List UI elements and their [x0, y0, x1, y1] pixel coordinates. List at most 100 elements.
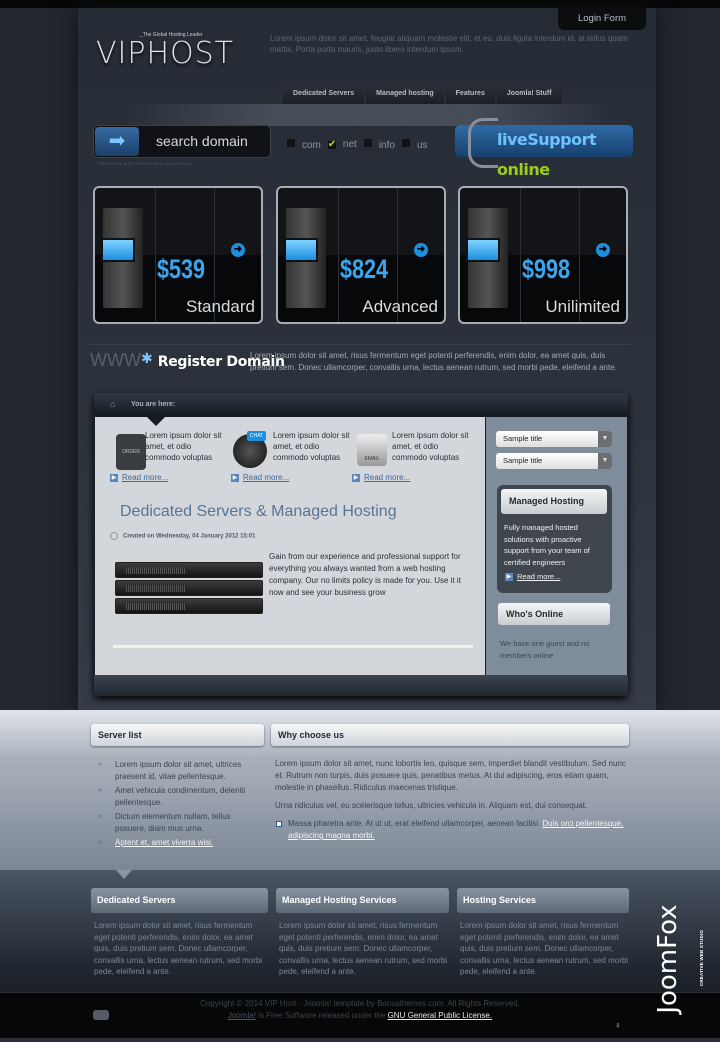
- managed-hosting-text: Fully managed hosted solutions with proa…: [504, 523, 590, 567]
- plan-name: Advanced: [362, 297, 438, 316]
- plan-card-advanced[interactable]: $824 ➜ Advanced: [276, 186, 446, 324]
- logo[interactable]: VIPHOST: [96, 36, 234, 71]
- footer-module-managed: Managed Hosting Services Lorem ipsum dolo…: [276, 888, 449, 978]
- list-item: » Aptent et, amet viverra wisi.: [98, 837, 258, 849]
- read-more-icon: ▶: [231, 474, 239, 482]
- list-item-text: Amet vehicula condimentum, deleniti pell…: [115, 786, 246, 807]
- footer-module-title: Managed Hosting Services: [276, 888, 449, 913]
- server-unit: [115, 598, 263, 614]
- tld-us[interactable]: us: [400, 138, 428, 151]
- server-unit: [115, 580, 263, 596]
- search-domain-button[interactable]: ➡ search domain: [93, 125, 271, 158]
- article-separator: [113, 645, 473, 648]
- divider: [520, 188, 521, 322]
- plan-card-unlimited[interactable]: $998 ➜ Unilimited: [458, 186, 628, 324]
- read-more-link[interactable]: Read more...: [517, 572, 560, 581]
- why-paragraph-1: Lorem ipsum dolor sit amet, nunc loborti…: [275, 759, 626, 792]
- read-more-link[interactable]: Read more...: [122, 473, 168, 482]
- pointer-notch: [116, 870, 132, 879]
- read-more-icon: ▶: [505, 573, 513, 581]
- server-list-title: Server list: [91, 724, 264, 746]
- copyright-line: Copyright © 2014 VIP Host - Joomla! temp…: [200, 999, 520, 1008]
- bottom-line: [0, 1038, 720, 1042]
- feature-text: Lorem ipsum dolor sit amet, et odio comm…: [145, 431, 222, 462]
- login-form-button[interactable]: Login Form: [558, 8, 646, 30]
- list-item: » Lorem ipsum dolor sit amet, ultrices pr…: [98, 759, 258, 782]
- content-footer-bar: [94, 675, 628, 696]
- chat-globe-icon: CHAT: [233, 431, 267, 468]
- why-bullet: Massa pharetra ante. At ut ut, erat elei…: [275, 818, 630, 842]
- plan-card-standard[interactable]: $539 ➜ Standard: [93, 186, 263, 324]
- tld-net[interactable]: ✔ net: [326, 139, 357, 150]
- arrow-circle-icon[interactable]: ➜: [231, 243, 245, 257]
- server-unit: [115, 562, 263, 578]
- register-domain-text: Lorem ipsum dolor sit amet, risus fermen…: [250, 351, 617, 372]
- nav-tab-dedicated-servers[interactable]: Dedicated Servers: [283, 84, 365, 104]
- chevron-down-icon: ▼: [598, 431, 612, 447]
- breadcrumb-label: You are here:: [131, 401, 176, 408]
- nav-tab-managed-hosting[interactable]: Managed hosting: [366, 84, 444, 104]
- gpl-license-link[interactable]: GNU General Public License.: [388, 1011, 493, 1020]
- why-choose-us-content: Lorem ipsum dolor sit amet, nunc loborti…: [275, 758, 630, 842]
- footer-module-text: Lorem ipsum dolor sit amet, risus fermen…: [279, 921, 448, 976]
- read-more-icon: ▶: [352, 474, 360, 482]
- tld-label: us: [416, 140, 428, 151]
- star-icon: ✱: [140, 350, 153, 366]
- tld-info[interactable]: info: [362, 138, 395, 151]
- chevron-down-icon: ▼: [598, 453, 612, 469]
- tld-label: com: [302, 140, 321, 151]
- tld-options: com ✔ net info us: [286, 138, 428, 151]
- footer-module-title: Dedicated Servers: [91, 888, 268, 913]
- read-more-link[interactable]: Read more...: [243, 473, 289, 482]
- divider: [90, 344, 630, 345]
- search-domain-label: search domain: [156, 133, 248, 149]
- headset-icon: [468, 118, 498, 168]
- monitor-screen: [284, 238, 318, 262]
- decorative-stripe: [120, 104, 620, 126]
- back-to-top-icon[interactable]: ⇞: [615, 1022, 621, 1030]
- nav-tab-joomla-stuff[interactable]: Joomla! Stuff: [496, 84, 562, 104]
- checkbox-info[interactable]: [362, 138, 373, 148]
- read-more-link[interactable]: Read more...: [364, 473, 410, 482]
- double-chevron-icon: »: [98, 839, 102, 846]
- whos-online-text: We have one guest and no members online: [500, 639, 590, 660]
- article-created: Created on Wednesday, 04 January 2012 15…: [110, 532, 256, 540]
- sample-select-1[interactable]: Sample title ▼: [496, 431, 612, 447]
- checkbox-com[interactable]: [286, 138, 296, 148]
- arrow-circle-icon[interactable]: ➜: [414, 243, 428, 257]
- why-choose-us-title: Why choose us: [271, 724, 629, 746]
- checkbox-us[interactable]: [400, 138, 411, 148]
- home-icon[interactable]: ⌂: [110, 399, 115, 409]
- list-item: » Amet vehicula condimentum, deleniti pel…: [98, 785, 258, 808]
- divider: [338, 188, 339, 322]
- tld-com[interactable]: com: [286, 138, 321, 151]
- created-date: Created on Wednesday, 04 January 2012 15…: [123, 533, 256, 540]
- joomla-link[interactable]: Joomla!: [228, 1011, 256, 1020]
- joomfox-logo[interactable]: JoomFox: [653, 889, 683, 1029]
- plan-price: $824: [340, 254, 389, 284]
- plan-price: $998: [522, 254, 571, 284]
- footer-module-hosting: Hosting Services Lorem ipsum dolor sit am…: [457, 888, 629, 978]
- arrow-circle-icon[interactable]: ➜: [596, 243, 610, 257]
- article-title[interactable]: Dedicated Servers & Managed Hosting: [120, 503, 397, 521]
- server-rack-icon: [284, 208, 326, 308]
- divider: [155, 188, 156, 322]
- plan-name: Standard: [186, 297, 255, 316]
- pointer-notch: [147, 417, 165, 426]
- chat-badge: CHAT: [247, 431, 267, 441]
- monitor-screen: [466, 238, 500, 262]
- nav-tab-features[interactable]: Features: [445, 84, 495, 104]
- checkbox-net-checked[interactable]: ✔: [326, 140, 337, 150]
- whos-online-title: Who's Online: [498, 603, 610, 625]
- server-list: » Lorem ipsum dolor sit amet, ultrices pr…: [98, 759, 258, 852]
- gem-icon: [93, 1010, 109, 1020]
- order-bag-icon: ORDER: [116, 434, 146, 470]
- why-paragraph-2: Urna ridiculus vel, eu scelerisque tellu…: [275, 801, 588, 810]
- sample-select-2[interactable]: Sample title ▼: [496, 453, 612, 469]
- breadcrumb: ⌂ You are here:: [94, 393, 628, 417]
- server-list-link[interactable]: Aptent et, amet viverra wisi.: [115, 838, 213, 847]
- footer-module-title: Hosting Services: [457, 888, 629, 913]
- select-value: Sample title: [503, 456, 543, 465]
- footer-module-text: Lorem ipsum dolor sit amet, risus fermen…: [460, 921, 629, 976]
- footer-module-text: Lorem ipsum dolor sit amet, risus fermen…: [94, 921, 263, 976]
